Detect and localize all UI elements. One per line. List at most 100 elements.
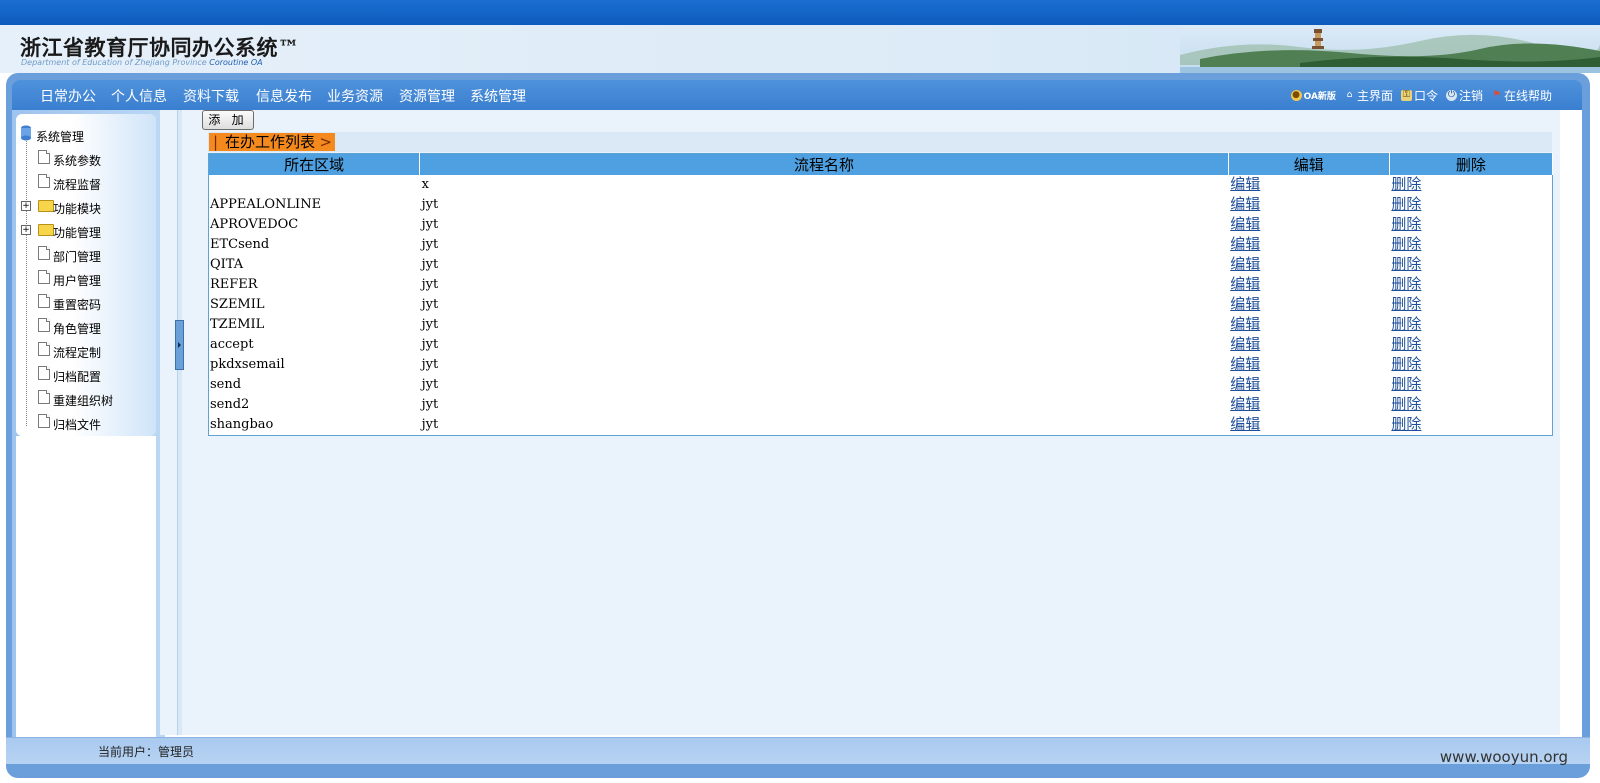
sidebar-item-function-management[interactable]: + 功能管理 — [16, 220, 156, 242]
splitter-bar[interactable] — [177, 110, 182, 735]
delete-link[interactable]: 删除 — [1391, 195, 1421, 213]
cell-edit: 编辑 — [1228, 195, 1389, 215]
app-subtitle-org: Department of Education of Zhejiang Prov… — [21, 58, 207, 67]
collapse-sidebar-handle[interactable] — [175, 320, 184, 370]
sidebar-item-label: 流程定制 — [53, 346, 102, 360]
nav-item-daily-office[interactable]: 日常办公 — [40, 86, 96, 106]
edit-link[interactable]: 编辑 — [1230, 175, 1260, 193]
document-icon — [38, 390, 50, 404]
cell-process-name: jyt — [421, 237, 439, 252]
cell-delete: 删除 — [1389, 355, 1552, 375]
section-title-tab: | 在办工作列表 > — [209, 133, 335, 151]
cell-edit: 编辑 — [1228, 415, 1389, 436]
document-icon — [38, 174, 50, 188]
cell-delete: 删除 — [1389, 295, 1552, 315]
column-header-process-name: 流程名称 — [419, 153, 1229, 175]
delete-link[interactable]: 删除 — [1391, 375, 1421, 393]
tree-root-system-management[interactable]: 系统管理 — [16, 124, 156, 146]
sidebar-item-label: 用户管理 — [53, 274, 102, 288]
edit-link[interactable]: 编辑 — [1230, 395, 1260, 413]
cell-delete: 删除 — [1389, 195, 1552, 215]
delete-link[interactable]: 删除 — [1391, 175, 1421, 193]
nav-item-personal-info[interactable]: 个人信息 — [111, 86, 167, 106]
edit-link[interactable]: 编辑 — [1230, 275, 1260, 293]
nav-item-downloads[interactable]: 资料下载 — [183, 86, 239, 106]
delete-link[interactable]: 删除 — [1391, 275, 1421, 293]
sidebar-item-rebuild-org-tree[interactable]: 重建组织树 — [16, 388, 156, 410]
app-subtitle-brand: Coroutine OA — [209, 58, 263, 67]
document-icon — [38, 366, 50, 380]
delete-link[interactable]: 删除 — [1391, 255, 1421, 273]
document-icon — [38, 270, 50, 284]
delete-link[interactable]: 删除 — [1391, 215, 1421, 233]
cell-delete: 删除 — [1389, 335, 1552, 355]
sidebar-item-role-management[interactable]: 角色管理 — [16, 316, 156, 338]
logout-link[interactable]: ⏻ 注销 — [1445, 87, 1483, 104]
password-link[interactable]: ⚿ 口令 — [1400, 87, 1438, 104]
top-strip — [0, 0, 1600, 26]
home-label: 主界面 — [1356, 89, 1393, 103]
nav-item-system-management[interactable]: 系统管理 — [470, 86, 526, 106]
nav-item-resource-management[interactable]: 资源管理 — [399, 86, 455, 106]
expand-plus-icon[interactable]: + — [21, 201, 31, 211]
sidebar-item-user-management[interactable]: 用户管理 — [16, 268, 156, 290]
delete-link[interactable]: 删除 — [1391, 335, 1421, 353]
help-label: 在线帮助 — [1503, 89, 1552, 103]
edit-link[interactable]: 编辑 — [1230, 255, 1260, 273]
table-header-row: 所在区域 流程名称 编辑 删除 — [208, 153, 1554, 175]
cell-edit: 编辑 — [1228, 235, 1389, 255]
bulb-icon: ● — [1290, 90, 1302, 101]
cell-edit: 编辑 — [1228, 255, 1389, 275]
add-button[interactable]: 添 加 — [202, 110, 254, 130]
document-icon — [38, 246, 50, 260]
oa-new-link[interactable]: ● OA新版 — [1290, 89, 1336, 102]
expand-plus-icon[interactable]: + — [21, 225, 31, 235]
edit-link[interactable]: 编辑 — [1230, 335, 1260, 353]
cell-area: APROVEDOC — [210, 217, 299, 232]
edit-link[interactable]: 编辑 — [1230, 235, 1260, 253]
home-link[interactable]: ⌂ 主界面 — [1344, 87, 1393, 104]
edit-link[interactable]: 编辑 — [1230, 295, 1260, 313]
table-body: x 编辑 删除 APPEALONLINE jyt 编辑 删除 APROVEDOC jyt 编辑 删除… — [209, 175, 1553, 436]
edit-link[interactable]: 编辑 — [1230, 415, 1260, 433]
workflow-table: 所在区域 流程名称 编辑 删除 x 编辑 删除 APPEALONLINE jyt 编辑 删除… — [208, 153, 1554, 436]
delete-link[interactable]: 删除 — [1391, 415, 1421, 433]
cell-area: SZEMIL — [210, 297, 265, 312]
cell-edit: 编辑 — [1228, 315, 1389, 335]
cell-process-name: jyt — [421, 337, 439, 352]
table-row: shangbao jyt 编辑 删除 — [209, 415, 1553, 436]
sidebar-item-label: 功能模块 — [53, 202, 102, 216]
column-header-delete: 删除 — [1389, 153, 1554, 175]
delete-link[interactable]: 删除 — [1391, 235, 1421, 253]
sidebar-item-reset-password[interactable]: 重置密码 — [16, 292, 156, 314]
delete-link[interactable]: 删除 — [1391, 315, 1421, 333]
power-icon: ⏻ — [1445, 90, 1457, 101]
cell-area: ETCsend — [210, 237, 270, 252]
house-icon: ⌂ — [1346, 90, 1353, 100]
header-banner: 浙江省教育厅协同办公系统™ Department of Education of… — [0, 25, 1600, 73]
cell-delete: 删除 — [1389, 395, 1552, 415]
sidebar-item-archive-config[interactable]: 归档配置 — [16, 364, 156, 386]
edit-link[interactable]: 编辑 — [1230, 315, 1260, 333]
delete-link[interactable]: 删除 — [1391, 395, 1421, 413]
edit-link[interactable]: 编辑 — [1230, 215, 1260, 233]
nav-item-publish[interactable]: 信息发布 — [256, 86, 312, 106]
edit-link[interactable]: 编辑 — [1230, 355, 1260, 373]
delete-link[interactable]: 删除 — [1391, 355, 1421, 373]
table-row: REFER jyt 编辑 删除 — [209, 275, 1553, 295]
cell-area: QITA — [210, 257, 244, 272]
edit-link[interactable]: 编辑 — [1230, 375, 1260, 393]
sidebar-item-department-management[interactable]: 部门管理 — [16, 244, 156, 266]
edit-link[interactable]: 编辑 — [1230, 195, 1260, 213]
sidebar-item-process-customization[interactable]: 流程定制 — [16, 340, 156, 362]
sidebar-item-process-monitor[interactable]: 流程监督 — [16, 172, 156, 194]
sidebar-item-function-modules[interactable]: + 功能模块 — [16, 196, 156, 218]
database-icon — [21, 125, 31, 141]
help-link[interactable]: ⚑ 在线帮助 — [1491, 87, 1552, 104]
delete-link[interactable]: 删除 — [1391, 295, 1421, 313]
section-pipe: | — [213, 133, 219, 151]
sidebar-item-system-params[interactable]: 系统参数 — [16, 148, 156, 170]
sidebar-item-archive-files[interactable]: 归档文件 — [16, 412, 156, 434]
table-row: pkdxsemail jyt 编辑 删除 — [209, 355, 1553, 375]
nav-item-business-resources[interactable]: 业务资源 — [327, 86, 383, 106]
